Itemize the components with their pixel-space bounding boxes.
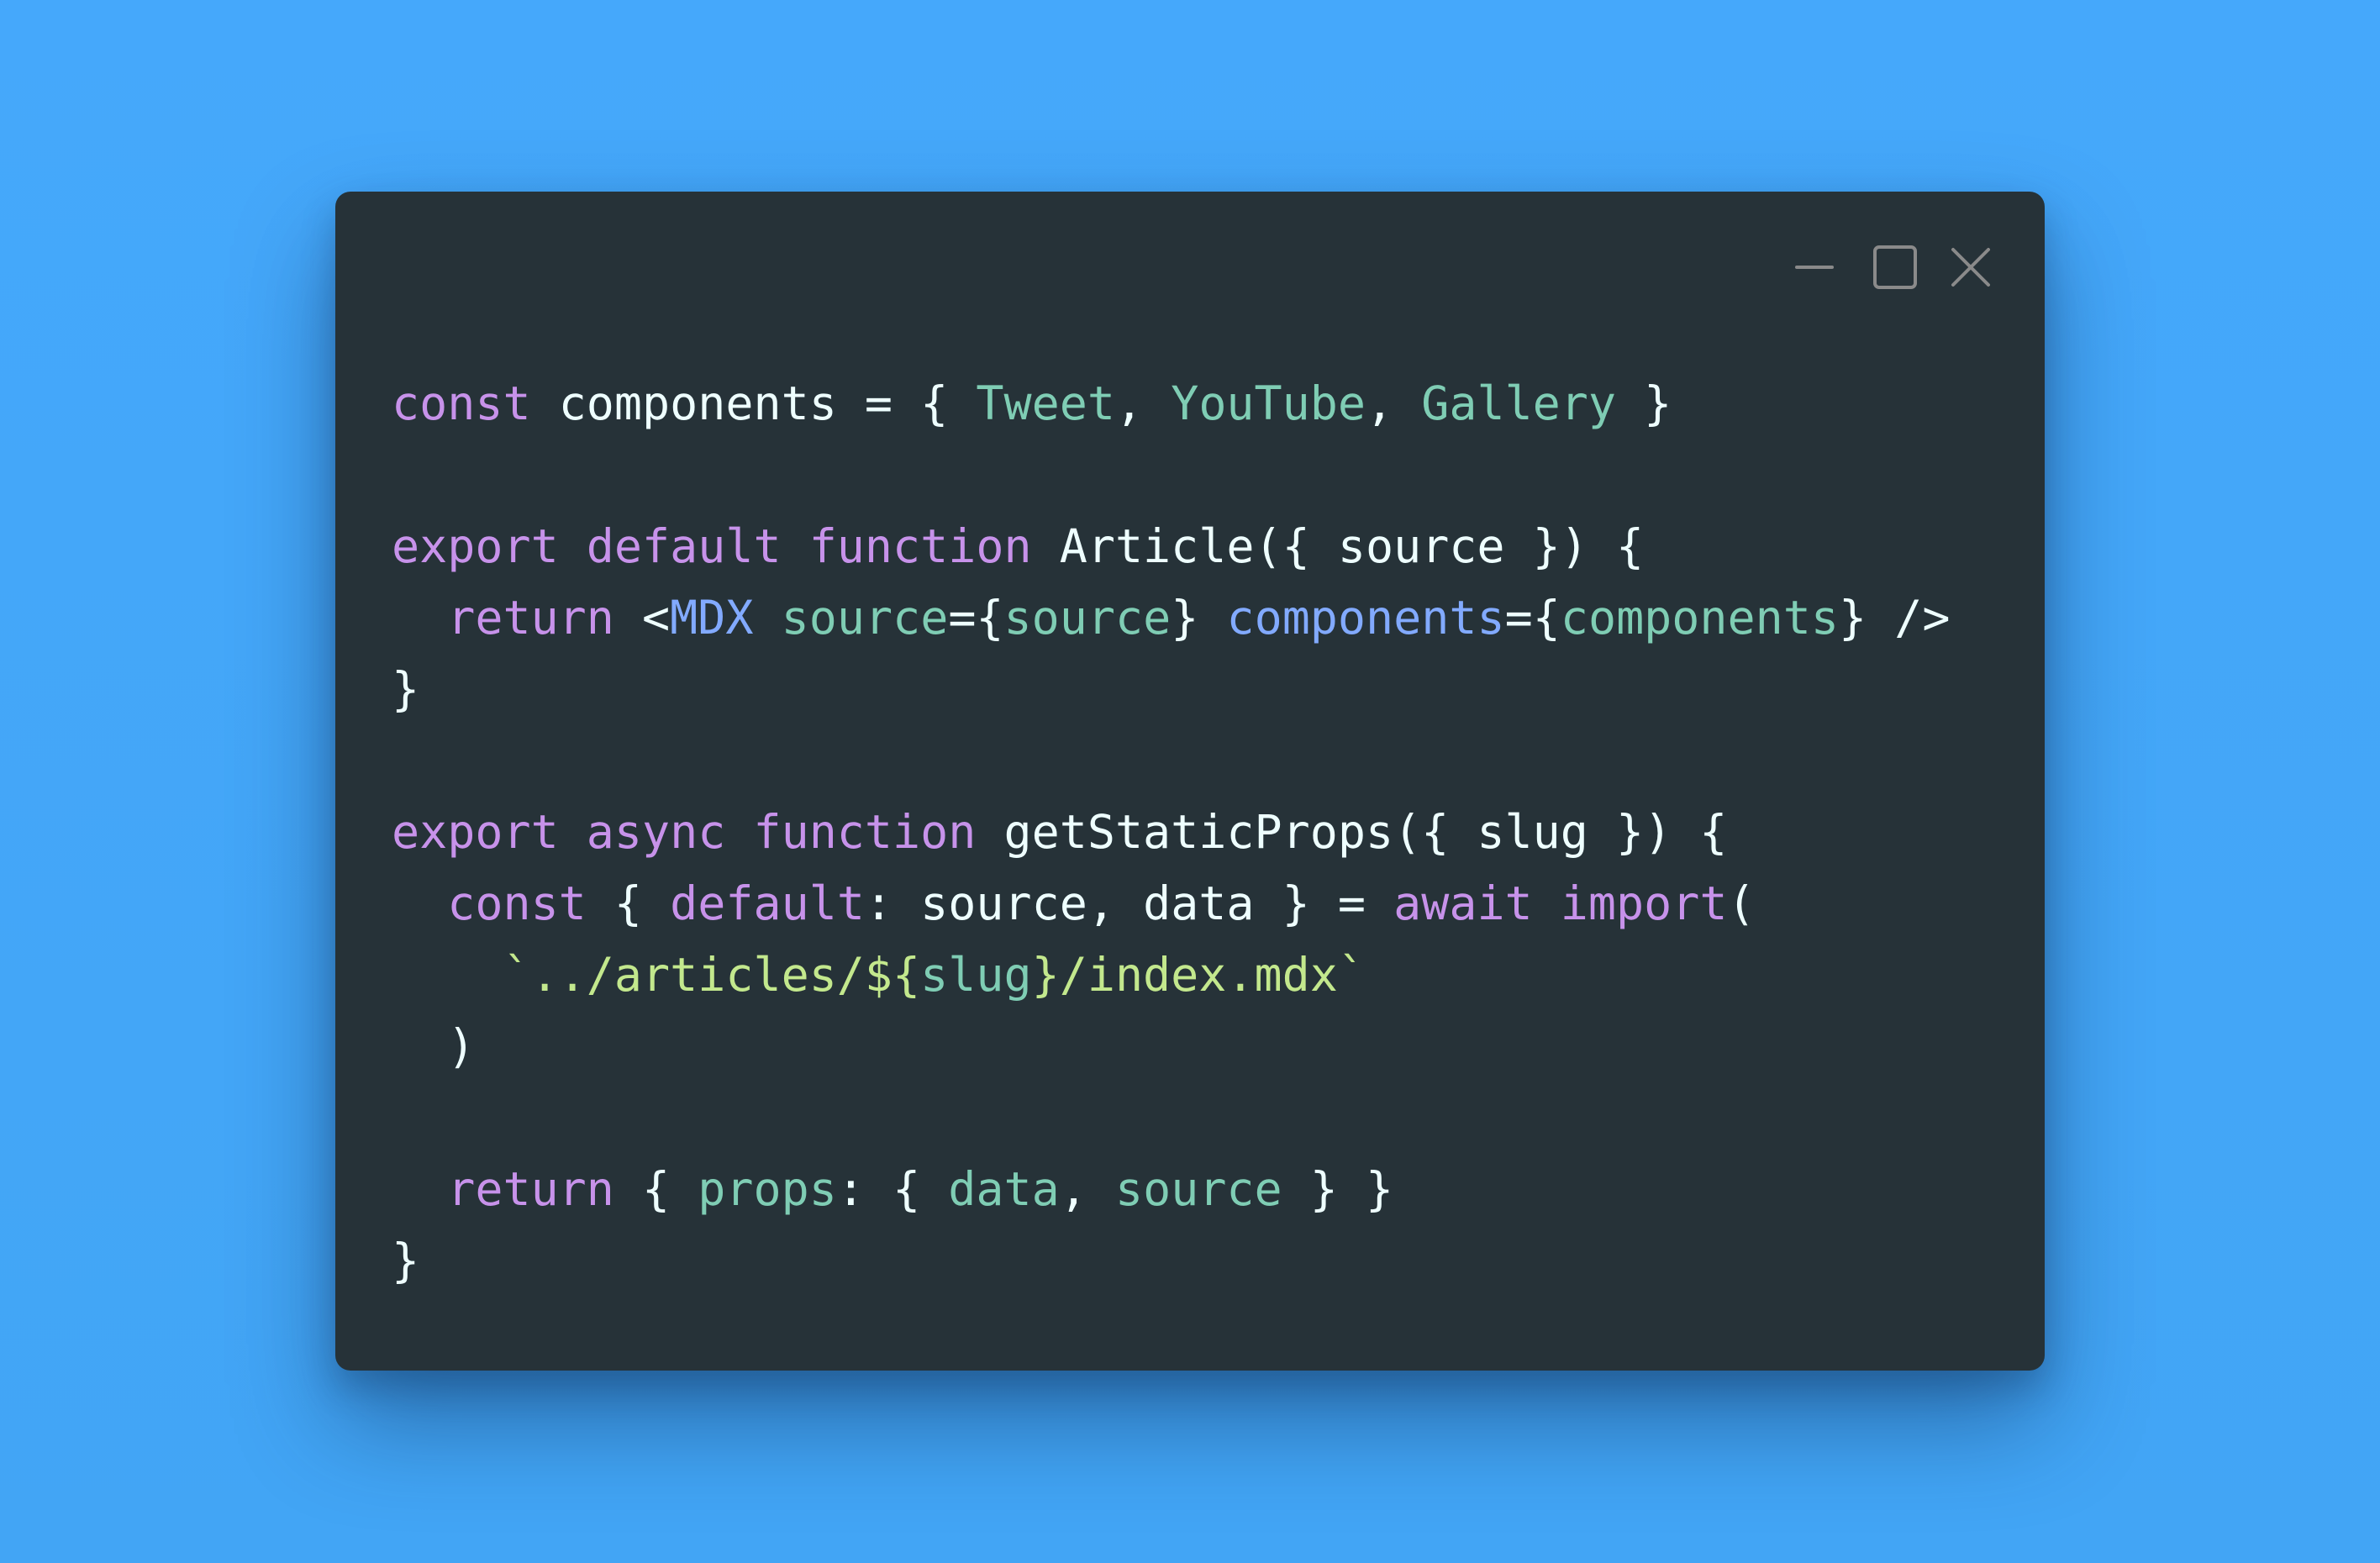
token-keyword: await import [1393,876,1728,930]
token-component-name: YouTube [1171,376,1366,430]
code-line: return <MDX source={source} components={… [392,582,1950,654]
token-keyword: default [670,876,865,930]
token-jsx-attribute: components [1226,591,1505,645]
token-identifier [392,876,447,930]
token-identifier [392,591,447,645]
token-component-name: Tweet [976,376,1115,430]
token-identifier: , [1114,376,1172,430]
code-line: const { default: source, data } = await … [392,868,1950,939]
close-icon [1951,248,1990,287]
token-jsx-tag: MDX [670,591,754,645]
token-property: source [1003,591,1172,645]
code-line: return { props: { data, source } } [392,1154,1950,1225]
code-line: export default function Article({ source… [392,511,1950,582]
token-identifier: , [1059,1162,1115,1216]
token-identifier: } [1616,376,1672,430]
token-component-name: Gallery [1421,376,1617,430]
token-identifier: ( [1727,876,1756,930]
token-identifier: } [1171,591,1227,645]
token-keyword: export default function [392,519,1032,573]
maximize-icon [1873,245,1917,289]
token-identifier: { [613,1162,698,1216]
token-identifier: } } [1282,1162,1394,1216]
token-keyword: return [447,1162,614,1216]
minimize-button[interactable] [1790,244,1835,289]
token-property: data [948,1162,1060,1216]
code-block: const components = { Tweet, YouTube, Gal… [392,368,1950,1297]
token-property: source [781,591,949,645]
code-line: const components = { Tweet, YouTube, Gal… [392,368,1950,439]
token-identifier: } [392,1234,420,1287]
token-identifier: : { [836,1162,949,1216]
maximize-button[interactable] [1872,244,1918,289]
token-property: props [698,1162,837,1216]
minimize-icon [1795,266,1834,269]
token-keyword: const [392,376,531,430]
token-identifier: < [613,591,671,645]
code-line: export async function getStaticProps({ s… [392,797,1950,868]
code-line: `../articles/${slug}/index.mdx` [392,939,1950,1011]
token-identifier [754,591,782,645]
token-identifier: , [1366,376,1422,430]
close-button[interactable] [1948,244,1993,289]
token-property: components [1560,591,1839,645]
token-keyword: const [447,876,587,930]
token-identifier: components = { [530,376,977,430]
token-identifier: } [392,662,420,716]
token-identifier: getStaticProps({ slug }) { [976,805,1728,859]
code-line: } [392,1225,1950,1297]
token-string-literal: `../articles/${ [503,948,921,1002]
token-identifier: Article({ source }) { [1031,519,1645,573]
token-identifier: : source, data } = [864,876,1394,930]
token-identifier: ) [392,1019,476,1073]
token-identifier [392,948,503,1002]
code-line: ) [392,1011,1950,1082]
token-identifier: } /> [1838,591,1951,645]
token-identifier [392,1162,447,1216]
token-property: source [1114,1162,1282,1216]
token-property: slug [920,948,1032,1002]
token-keyword: export async function [392,805,977,859]
token-identifier: { [586,876,671,930]
token-identifier: ={ [948,591,1004,645]
token-identifier: ={ [1504,591,1561,645]
token-keyword: return [447,591,614,645]
code-line: } [392,654,1950,725]
token-string-literal: }/index.mdx` [1031,948,1366,1002]
